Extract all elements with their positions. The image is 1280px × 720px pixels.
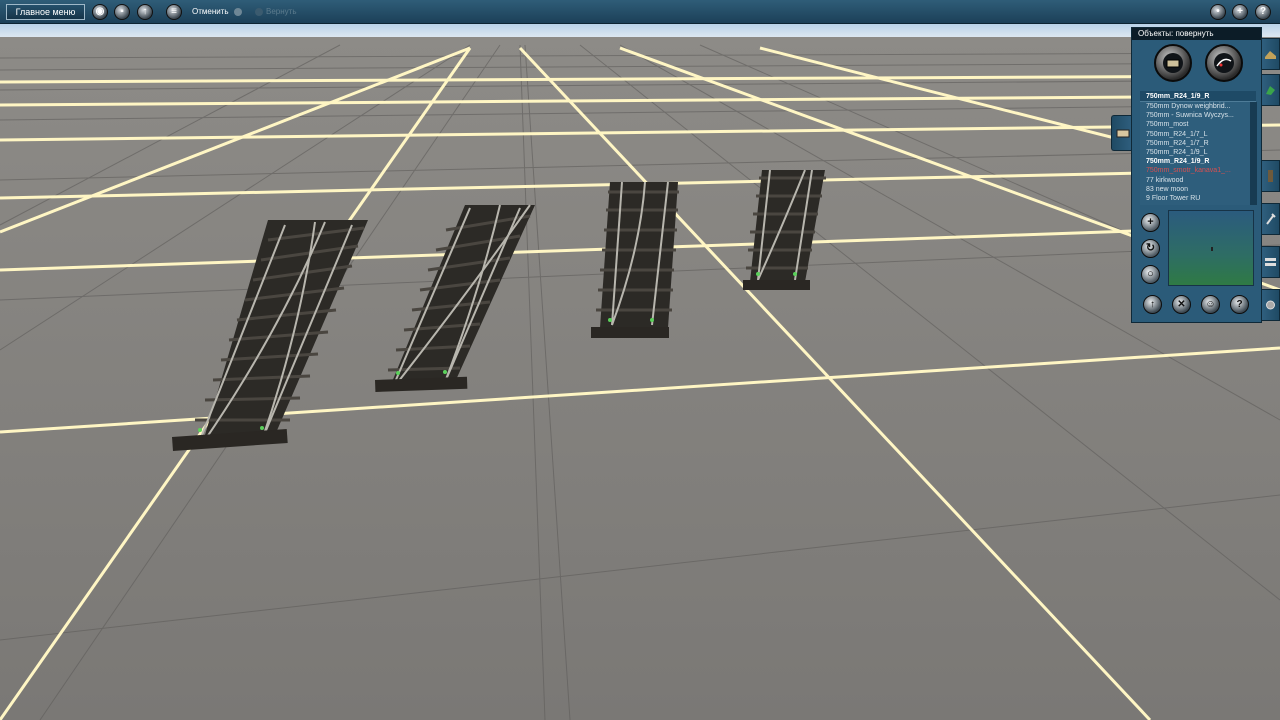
world-viewport[interactable]	[0, 0, 1280, 720]
list-item[interactable]: 750mm_smotr_kanava1_...	[1140, 166, 1249, 175]
object-mode-icon[interactable]	[1154, 44, 1192, 82]
list-item[interactable]: 83 new moon	[1140, 185, 1249, 194]
ground-plane	[0, 37, 1280, 720]
redo-button[interactable]: Вернуть	[266, 7, 296, 16]
list-item[interactable]: 750mm_R24_1/7_L	[1140, 130, 1249, 139]
terrain-tab[interactable]	[1261, 38, 1280, 70]
globe-icon[interactable]: ◉	[92, 4, 108, 20]
objects-tab-icon	[1266, 86, 1275, 95]
list-item-selected[interactable]: 750mm_R24_1/9_R	[1140, 157, 1249, 166]
undo-icon[interactable]	[234, 8, 242, 16]
add-icon[interactable]: +	[1141, 213, 1160, 232]
get-object-icon[interactable]: ↑	[1143, 295, 1162, 314]
object-list[interactable]: 750mm Dynow weighbrid... 750mm - Suwnica…	[1140, 102, 1257, 205]
list-scrollbar[interactable]	[1250, 102, 1257, 205]
terrain-tab-icon	[1265, 51, 1276, 59]
reset-rotation-icon[interactable]: ○	[1141, 265, 1160, 284]
layers-tab-icon	[1265, 258, 1276, 266]
list-item[interactable]: 77 kirkwood	[1140, 176, 1249, 185]
objects-tab[interactable]	[1261, 74, 1280, 106]
tools-tab[interactable]	[1261, 203, 1280, 235]
main-menu-button[interactable]: Главное меню	[6, 4, 85, 20]
trash-icon[interactable]: ▪	[114, 4, 130, 20]
object-preview	[1168, 210, 1254, 286]
track-tab-icon	[1268, 170, 1273, 182]
list-item[interactable]: 750mm_R24_1/7_R	[1140, 139, 1249, 148]
layers-tab[interactable]	[1261, 246, 1280, 278]
help-icon[interactable]: ?	[1230, 295, 1249, 314]
train-icon	[1116, 129, 1130, 138]
settings-tab[interactable]	[1261, 289, 1280, 321]
list-item[interactable]: 9 Floor Tower RU	[1140, 194, 1249, 203]
objects-panel: Объекты: повернуть 750mm_R24_1/9_R 750mm…	[1131, 27, 1262, 323]
plus-icon[interactable]: +	[1232, 4, 1248, 20]
list-item[interactable]: 750mm_most	[1140, 120, 1249, 129]
sky	[0, 24, 1280, 38]
rotate-icon[interactable]: ↻	[1141, 239, 1160, 258]
undo-button[interactable]: Отменить	[192, 7, 229, 16]
person-icon[interactable]: ☺	[1201, 295, 1220, 314]
list-item[interactable]: 750mm_R24_1/9_L	[1140, 148, 1249, 157]
delete-icon[interactable]: ✕	[1172, 295, 1191, 314]
panel-collapse-tab[interactable]	[1111, 115, 1132, 151]
selected-object-name: 750mm_R24_1/9_R	[1140, 91, 1256, 102]
tool-icon[interactable]: ↑	[137, 4, 153, 20]
list-item[interactable]: 750mm Dynow weighbrid...	[1140, 102, 1249, 111]
settings-tab-icon	[1266, 300, 1275, 310]
track-tab[interactable]	[1261, 160, 1280, 192]
redo-icon[interactable]	[255, 8, 263, 16]
list-icon[interactable]: ≡	[166, 4, 182, 20]
help-icon[interactable]: ?	[1255, 4, 1271, 20]
list-item[interactable]: 750mm - Suwnica Wyczys...	[1140, 111, 1249, 120]
camera-icon[interactable]: •	[1210, 4, 1226, 20]
rotate-mode-icon[interactable]	[1205, 44, 1243, 82]
top-toolbar: Главное меню ◉ ▪ ↑ ≡ Отменить Вернуть • …	[0, 0, 1280, 24]
panel-title: Объекты: повернуть	[1132, 28, 1261, 40]
tools-tab-icon	[1266, 213, 1276, 225]
